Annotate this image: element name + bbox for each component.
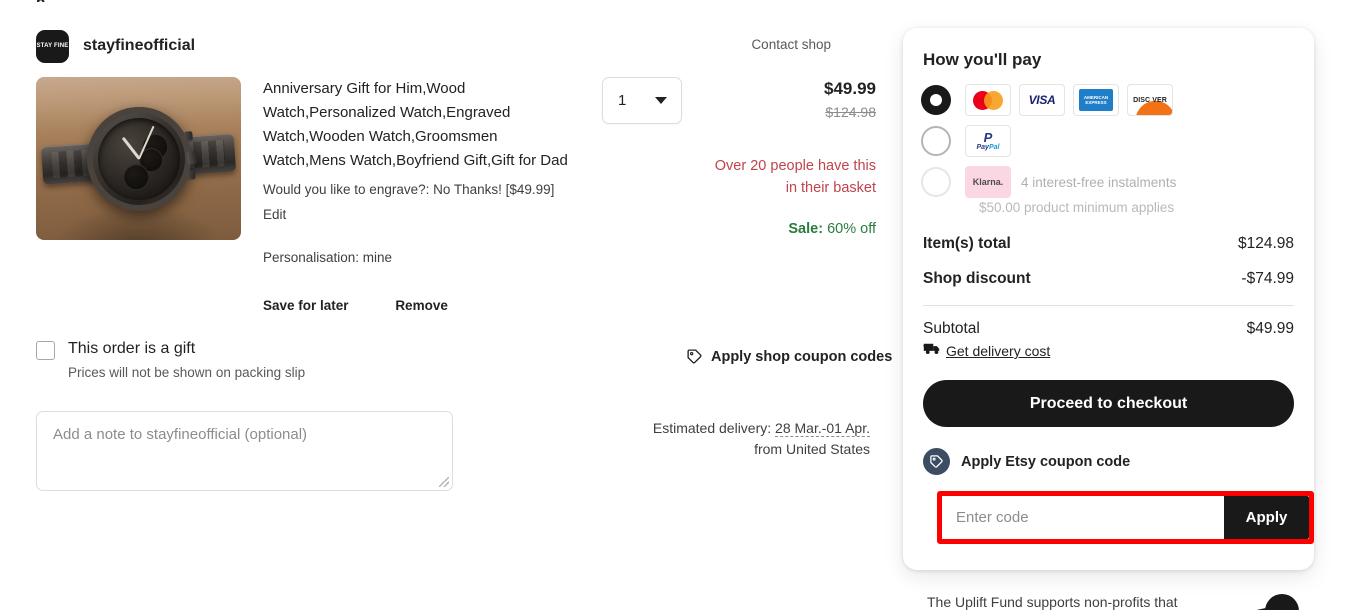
textarea-resize-handle[interactable] [439,477,449,487]
estimated-delivery: Estimated delivery: 28 Mar.-01 Apr. from… [600,418,870,460]
watch-pusher-bottom [186,169,196,180]
quantity-value: 1 [618,92,627,109]
sale-value: 60% off [827,221,876,237]
klarna-label: Klarna. [972,177,1004,187]
shop-discount-label: Shop discount [923,270,1031,287]
totals-section: Item(s) total $124.98 Shop discount -$74… [921,235,1296,361]
item-price-current: $49.99 [824,79,876,98]
klarna-icon: Klarna. [965,166,1011,198]
discover-label: DISC VER [1133,96,1167,104]
apply-etsy-coupon-link[interactable]: Apply Etsy coupon code [923,448,1296,475]
watch-pusher-top [183,130,193,141]
american-express-icon: AMERICAN EXPRESS [1073,84,1119,116]
order-note-textarea[interactable]: Add a note to stayfineofficial (optional… [36,411,453,491]
mastercard-icon [965,84,1011,116]
cart-listing: STAY FINE stayfineofficial Contact shop [36,28,876,313]
get-delivery-cost-link[interactable]: Get delivery cost [921,341,1294,361]
payment-option-credit-card[interactable]: VISA AMERICAN EXPRESS DISC VER [921,84,1296,116]
paypal-icon: P PayPal [965,125,1011,157]
apply-coupon-button[interactable]: Apply [1224,496,1309,539]
amex-label: AMERICAN EXPRESS [1083,95,1109,105]
uplift-fund-text: The Uplift Fund supports non-profits tha… [927,594,1178,610]
uplift-bird-icon [1243,592,1313,610]
product-image[interactable] [36,77,241,240]
shop-discount-value: -$74.99 [1241,270,1294,287]
watch-crown [185,150,197,165]
watch-subdial-3 [121,162,150,191]
gift-labels: This order is a gift Prices will not be … [68,338,305,380]
item-price-column: $49.99 $124.98 Over 20 people have this … [706,77,876,313]
order-summary-card: How you'll pay VISA AMERICAN EXPRESS DIS… [903,28,1314,570]
card-logos: VISA AMERICAN EXPRESS DISC VER [965,84,1181,116]
order-note-placeholder: Add a note to stayfineofficial (optional… [53,426,308,443]
watch-case [82,102,197,215]
gift-checkbox[interactable] [36,341,55,360]
paypal-logo-wrap: P PayPal [965,125,1019,157]
remove-item-link[interactable]: Remove [395,298,448,313]
get-delivery-cost-label: Get delivery cost [946,343,1051,359]
items-total-label: Item(s) total [923,235,1011,252]
item-actions: Save for later Remove [263,298,582,313]
paypal-radio[interactable] [921,126,951,156]
cart-page: p STAY FINE stayfineofficial Contact sho… [0,0,1349,610]
coupon-code-highlight: Enter code Apply [937,491,1314,544]
watch-dial [94,114,183,203]
apply-etsy-coupon-label: Apply Etsy coupon code [961,453,1131,470]
subtotal-value: $49.99 [1246,320,1294,337]
shop-name[interactable]: stayfineofficial [83,37,195,55]
save-for-later-link[interactable]: Save for later [263,298,349,313]
shop-avatar-icon: STAY FINE [36,29,69,63]
payment-option-klarna: Klarna. 4 interest-free instalments [921,166,1296,198]
visa-icon: VISA [1019,84,1065,116]
summary-title: How you'll pay [923,50,1042,69]
edit-item-link[interactable]: Edit [263,207,286,222]
estimated-delivery-range[interactable]: 28 Mar.-01 Apr. [775,420,870,437]
item-personalisation: Personalisation: mine [263,250,393,265]
estimated-delivery-origin: from United States [754,441,870,457]
gift-option[interactable]: This order is a gift Prices will not be … [36,338,305,380]
tag-outline-icon [686,348,703,365]
scrolled-text-sliver: p [36,0,216,2]
estimated-delivery-prefix: Estimated delivery: [652,420,772,436]
item-title[interactable]: Anniversary Gift for Him,Wood Watch,Pers… [263,77,582,173]
shop-header: STAY FINE stayfineofficial Contact shop [36,28,876,64]
watch-hour-hand [120,136,140,160]
subtotal-row: Subtotal $49.99 [923,320,1294,338]
payment-option-paypal[interactable]: P PayPal [921,125,1296,157]
paypal-p-glyph: P [983,130,993,145]
item-urgency-message: Over 20 people have this in their basket [714,158,876,196]
quantity-select[interactable]: 1 [602,77,682,124]
total-row-discount: Shop discount -$74.99 [923,270,1294,288]
sale-label: Sale: [788,221,824,237]
subtotal-label: Subtotal [923,320,980,337]
tag-filled-icon [923,448,950,475]
apply-shop-coupon-link[interactable]: Apply shop coupon codes [686,348,892,365]
chevron-down-icon [655,97,667,104]
klarna-minimum-note: $50.00 product minimum applies [979,200,1175,215]
paypal-pay-text: Pay [976,144,989,151]
contact-shop-link[interactable]: Contact shop [751,37,831,52]
item-variation: Would you like to engrave?: No Thanks! [… [263,182,555,197]
gift-sublabel: Prices will not be shown on packing slip [68,365,306,380]
total-row-items: Item(s) total $124.98 [923,235,1294,253]
items-total-value: $124.98 [1237,235,1294,252]
quantity-control[interactable]: 1 [602,77,682,313]
klarna-description: 4 interest-free instalments [1021,174,1177,190]
delivery-truck-icon [921,341,942,361]
paypal-pal-text: Pal [988,144,1000,151]
coupon-code-placeholder: Enter code [956,509,1029,526]
visa-label: VISA [1028,93,1056,107]
item-sale-badge: Sale: 60% off [706,221,876,237]
cart-item-row: Anniversary Gift for Him,Wood Watch,Pers… [36,77,876,313]
proceed-to-checkout-button[interactable]: Proceed to checkout [923,380,1294,427]
coupon-code-input[interactable]: Enter code [942,496,1224,539]
totals-divider [923,305,1294,306]
gift-label: This order is a gift [68,340,196,357]
item-price-original: $124.98 [825,104,876,120]
discover-icon: DISC VER [1127,84,1173,116]
credit-card-radio[interactable] [921,85,951,115]
apply-shop-coupon-label: Apply shop coupon codes [711,348,893,365]
klarna-radio [921,167,951,197]
item-details: Anniversary Gift for Him,Wood Watch,Pers… [263,77,582,313]
